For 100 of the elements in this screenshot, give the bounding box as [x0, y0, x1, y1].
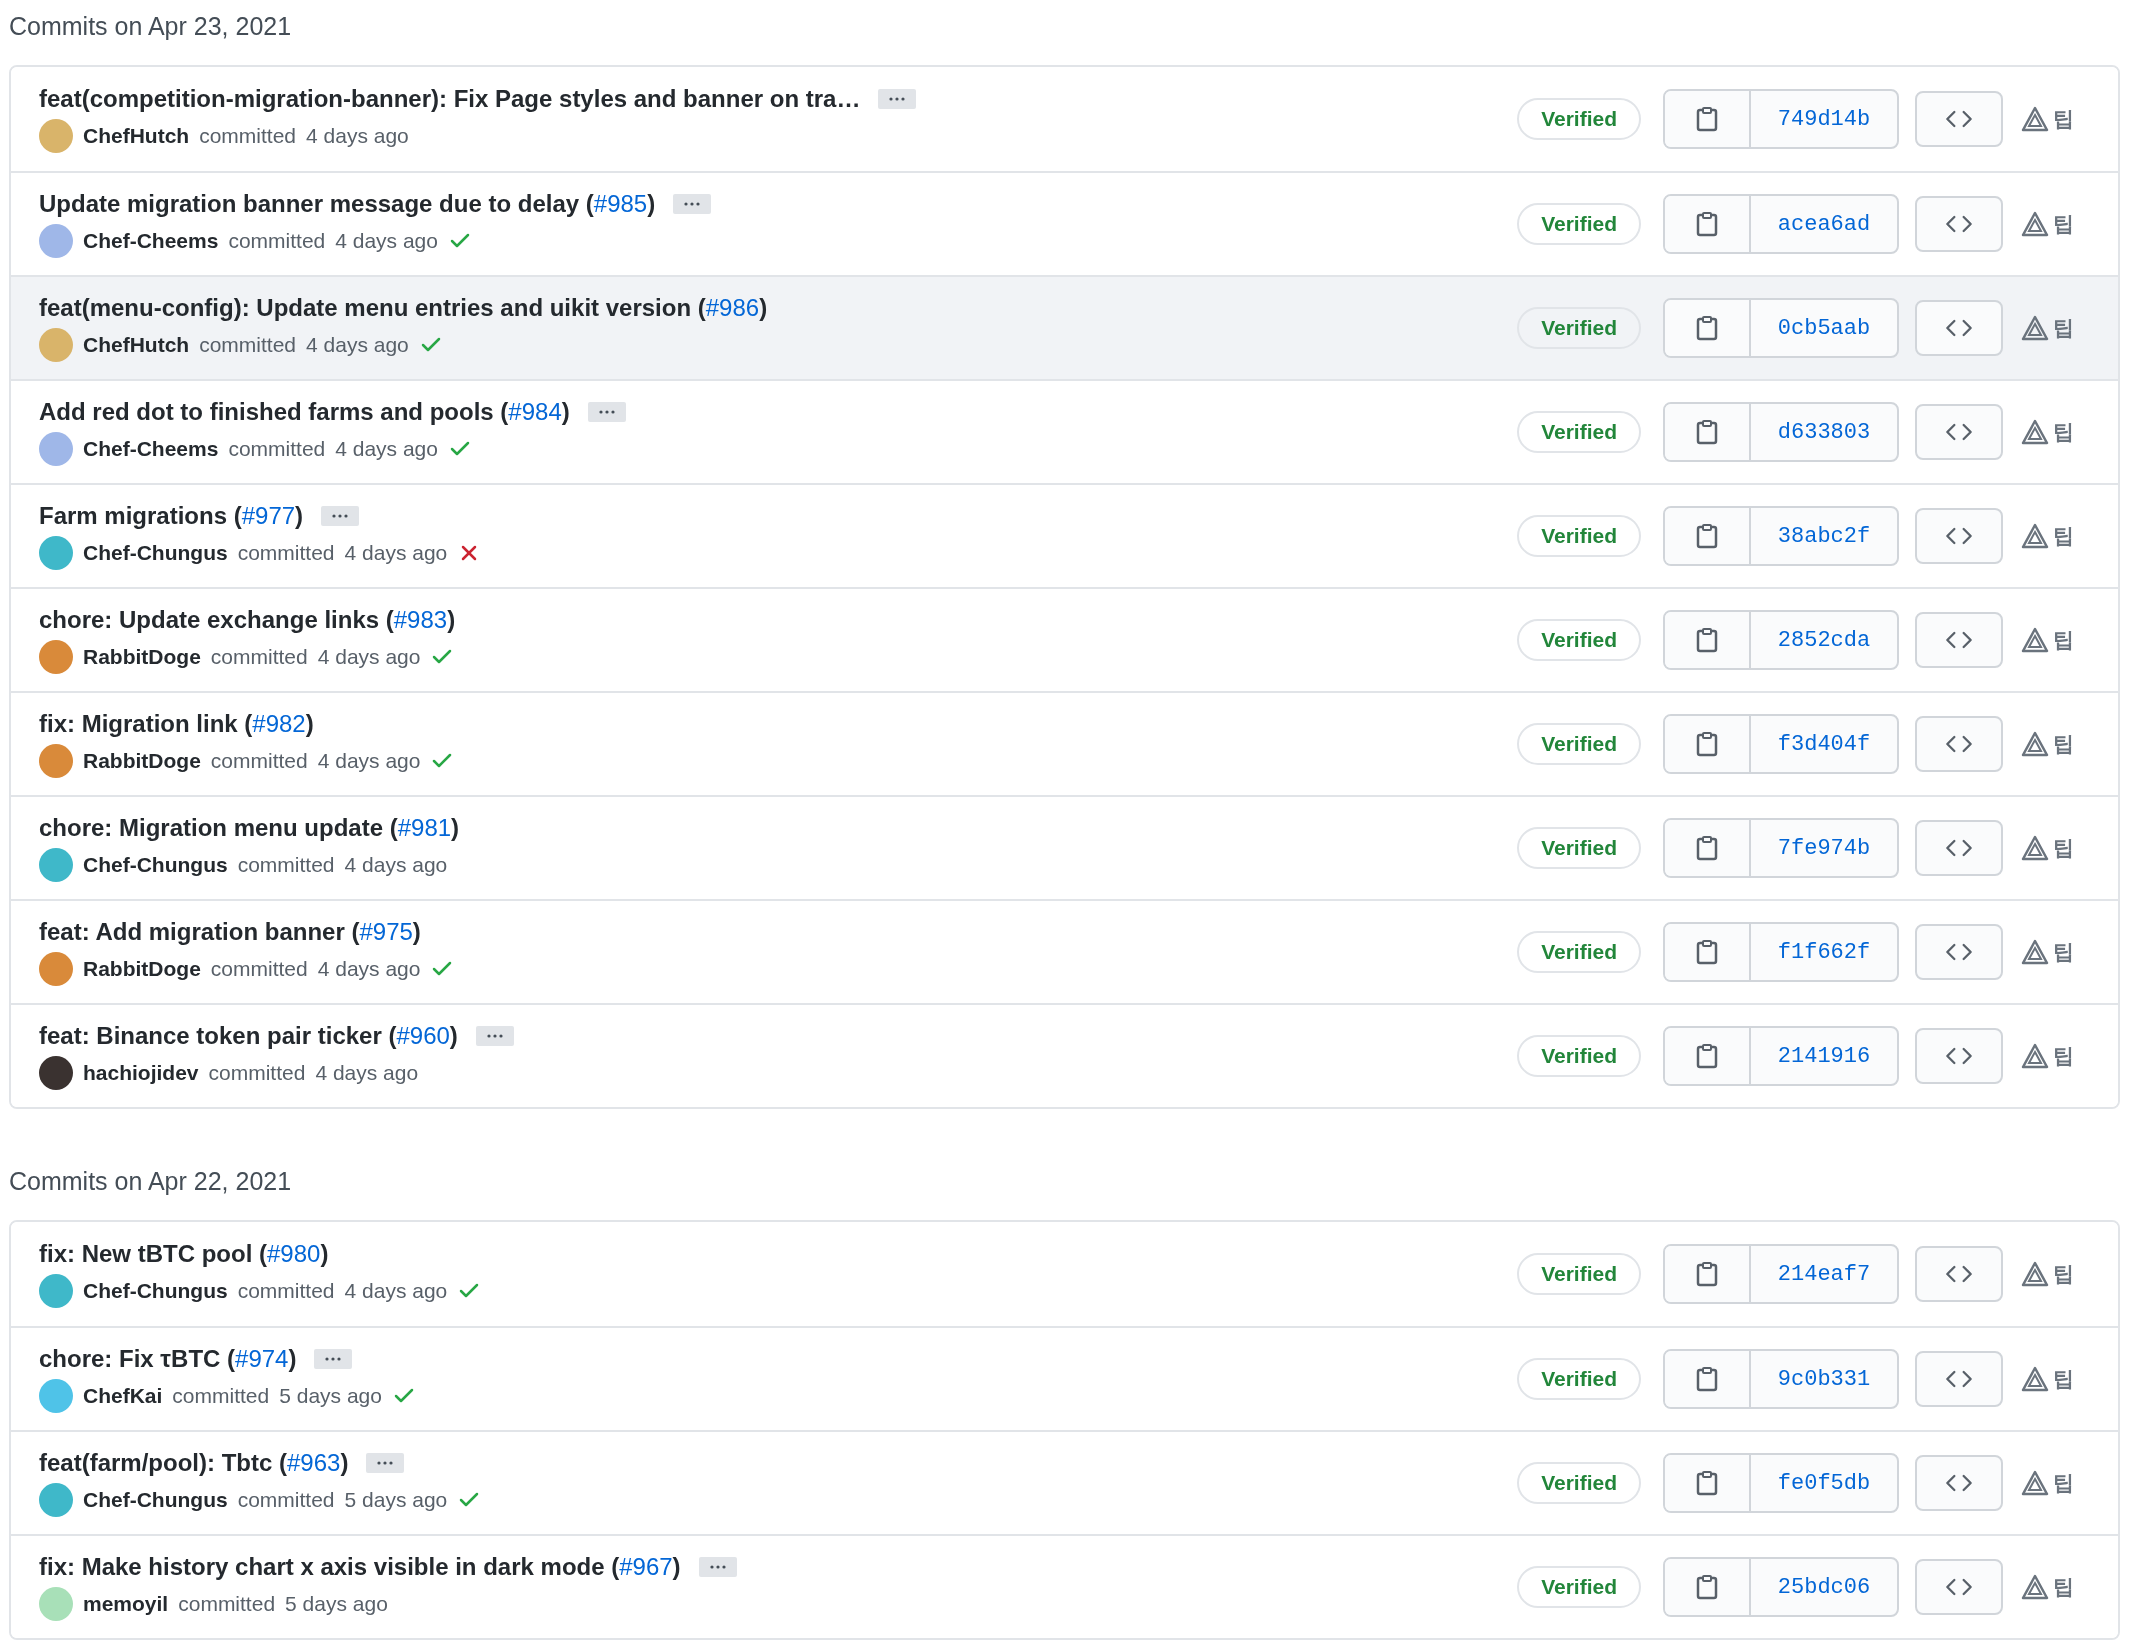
- copy-button[interactable]: [1665, 612, 1751, 668]
- copy-button[interactable]: [1665, 91, 1751, 147]
- expand-button[interactable]: [321, 506, 360, 526]
- expand-button[interactable]: [673, 194, 712, 214]
- verified-badge[interactable]: Verified: [1517, 1566, 1641, 1608]
- author-link[interactable]: RabbitDoge: [83, 645, 201, 669]
- copy-button[interactable]: [1665, 1246, 1751, 1302]
- commit-title[interactable]: feat(farm/pool): Tbtc (#963): [39, 1449, 349, 1477]
- tip-label[interactable]: 팁: [2053, 834, 2074, 862]
- tip-label[interactable]: 팁: [2053, 1365, 2074, 1393]
- author-link[interactable]: Chef-Cheems: [83, 229, 219, 253]
- pull-request-link[interactable]: #960: [396, 1022, 450, 1049]
- tip-label[interactable]: 팁: [2053, 418, 2074, 446]
- commit-title[interactable]: fix: Make history chart x axis visible in dark mode (#967): [39, 1553, 681, 1581]
- copy-button[interactable]: [1665, 820, 1751, 876]
- triangle-icon[interactable]: [2021, 939, 2049, 965]
- verified-badge[interactable]: Verified: [1517, 307, 1641, 349]
- copy-button[interactable]: [1665, 300, 1751, 356]
- triangle-icon[interactable]: [2021, 1261, 2049, 1287]
- browse-code-button[interactable]: [1915, 1246, 2003, 1302]
- browse-code-button[interactable]: [1915, 300, 2003, 356]
- tip-label[interactable]: 팁: [2053, 1469, 2074, 1497]
- triangle-icon[interactable]: [2021, 1574, 2049, 1600]
- pull-request-link[interactable]: #975: [359, 918, 413, 945]
- commit-title[interactable]: feat: Add migration banner (#975): [39, 918, 421, 946]
- browse-code-button[interactable]: [1915, 1559, 2003, 1615]
- commit-title[interactable]: Update migration banner message due to delay (#985): [39, 190, 656, 218]
- triangle-icon[interactable]: [2021, 627, 2049, 653]
- verified-badge[interactable]: Verified: [1517, 1253, 1641, 1295]
- pull-request-link[interactable]: #974: [235, 1345, 289, 1372]
- verified-badge[interactable]: Verified: [1517, 827, 1641, 869]
- pull-request-link[interactable]: #981: [397, 814, 452, 841]
- copy-button[interactable]: [1665, 1559, 1751, 1615]
- copy-button[interactable]: [1665, 404, 1751, 460]
- copy-button[interactable]: [1665, 716, 1751, 772]
- commit-title[interactable]: Farm migrations (#977): [39, 502, 304, 530]
- triangle-icon[interactable]: [2021, 1043, 2049, 1069]
- browse-code-button[interactable]: [1915, 1351, 2003, 1407]
- triangle-icon[interactable]: [2021, 211, 2049, 237]
- pull-request-link[interactable]: #984: [508, 398, 562, 425]
- pull-request-link[interactable]: #977: [241, 502, 296, 529]
- triangle-icon[interactable]: [2021, 315, 2049, 341]
- expand-button[interactable]: [366, 1453, 405, 1473]
- author-link[interactable]: Chef-Cheems: [83, 437, 219, 461]
- verified-badge[interactable]: Verified: [1517, 1358, 1641, 1400]
- tip-label[interactable]: 팁: [2053, 1573, 2074, 1601]
- browse-code-button[interactable]: [1915, 404, 2003, 460]
- expand-button[interactable]: [587, 402, 626, 422]
- author-link[interactable]: hachiojidev: [83, 1061, 199, 1085]
- expand-button[interactable]: [475, 1026, 514, 1046]
- commit-title[interactable]: feat(competition-migration-banner): Fix Page styles and banner on tra…: [39, 85, 861, 113]
- triangle-icon[interactable]: [2021, 835, 2049, 861]
- triangle-icon[interactable]: [2021, 731, 2049, 757]
- author-link[interactable]: Chef-Chungus: [83, 1488, 228, 1512]
- author-link[interactable]: ChefHutch: [83, 124, 190, 148]
- browse-code-button[interactable]: [1915, 820, 2003, 876]
- browse-code-button[interactable]: [1915, 1028, 2003, 1084]
- author-link[interactable]: Chef-Chungus: [83, 853, 228, 877]
- triangle-icon[interactable]: [2021, 1470, 2049, 1496]
- triangle-icon[interactable]: [2021, 106, 2049, 132]
- tip-label[interactable]: 팁: [2053, 522, 2074, 550]
- tip-label[interactable]: 팁: [2053, 730, 2074, 758]
- commit-title[interactable]: fix: Migration link (#982): [39, 710, 314, 738]
- pull-request-link[interactable]: #986: [705, 294, 760, 321]
- tip-label[interactable]: 팁: [2053, 105, 2074, 133]
- verified-badge[interactable]: Verified: [1517, 619, 1641, 661]
- verified-badge[interactable]: Verified: [1517, 203, 1641, 245]
- commit-title[interactable]: feat(menu-config): Update menu entries and uikit version (#986): [39, 294, 768, 322]
- verified-badge[interactable]: Verified: [1517, 1462, 1641, 1504]
- author-link[interactable]: Chef-Chungus: [83, 1279, 228, 1303]
- copy-button[interactable]: [1665, 924, 1751, 980]
- copy-button[interactable]: [1665, 1028, 1751, 1084]
- pull-request-link[interactable]: #967: [619, 1553, 673, 1580]
- tip-label[interactable]: 팁: [2053, 210, 2074, 238]
- expand-button[interactable]: [878, 89, 917, 109]
- copy-button[interactable]: [1665, 508, 1751, 564]
- copy-button[interactable]: [1665, 1455, 1751, 1511]
- triangle-icon[interactable]: [2021, 1366, 2049, 1392]
- browse-code-button[interactable]: [1915, 196, 2003, 252]
- browse-code-button[interactable]: [1915, 716, 2003, 772]
- pull-request-link[interactable]: #982: [252, 710, 306, 737]
- expand-button[interactable]: [314, 1349, 353, 1369]
- author-link[interactable]: memoyil: [83, 1592, 169, 1616]
- commit-title[interactable]: feat: Binance token pair ticker (#960): [39, 1022, 458, 1050]
- avatar-icon[interactable]: [39, 1056, 73, 1090]
- browse-code-button[interactable]: [1915, 508, 2003, 564]
- expand-button[interactable]: [698, 1557, 737, 1577]
- copy-button[interactable]: [1665, 1351, 1751, 1407]
- commit-title[interactable]: chore: Fix τBTC (#974): [39, 1345, 297, 1373]
- verified-badge[interactable]: Verified: [1517, 931, 1641, 973]
- triangle-icon[interactable]: [2021, 419, 2049, 445]
- author-link[interactable]: RabbitDoge: [83, 749, 201, 773]
- author-link[interactable]: Chef-Chungus: [83, 541, 228, 565]
- pull-request-link[interactable]: #985: [593, 190, 648, 217]
- tip-label[interactable]: 팁: [2053, 938, 2074, 966]
- copy-button[interactable]: [1665, 196, 1751, 252]
- commit-title[interactable]: chore: Migration menu update (#981): [39, 814, 460, 842]
- verified-badge[interactable]: Verified: [1517, 723, 1641, 765]
- verified-badge[interactable]: Verified: [1517, 1035, 1641, 1077]
- author-link[interactable]: ChefHutch: [83, 333, 190, 357]
